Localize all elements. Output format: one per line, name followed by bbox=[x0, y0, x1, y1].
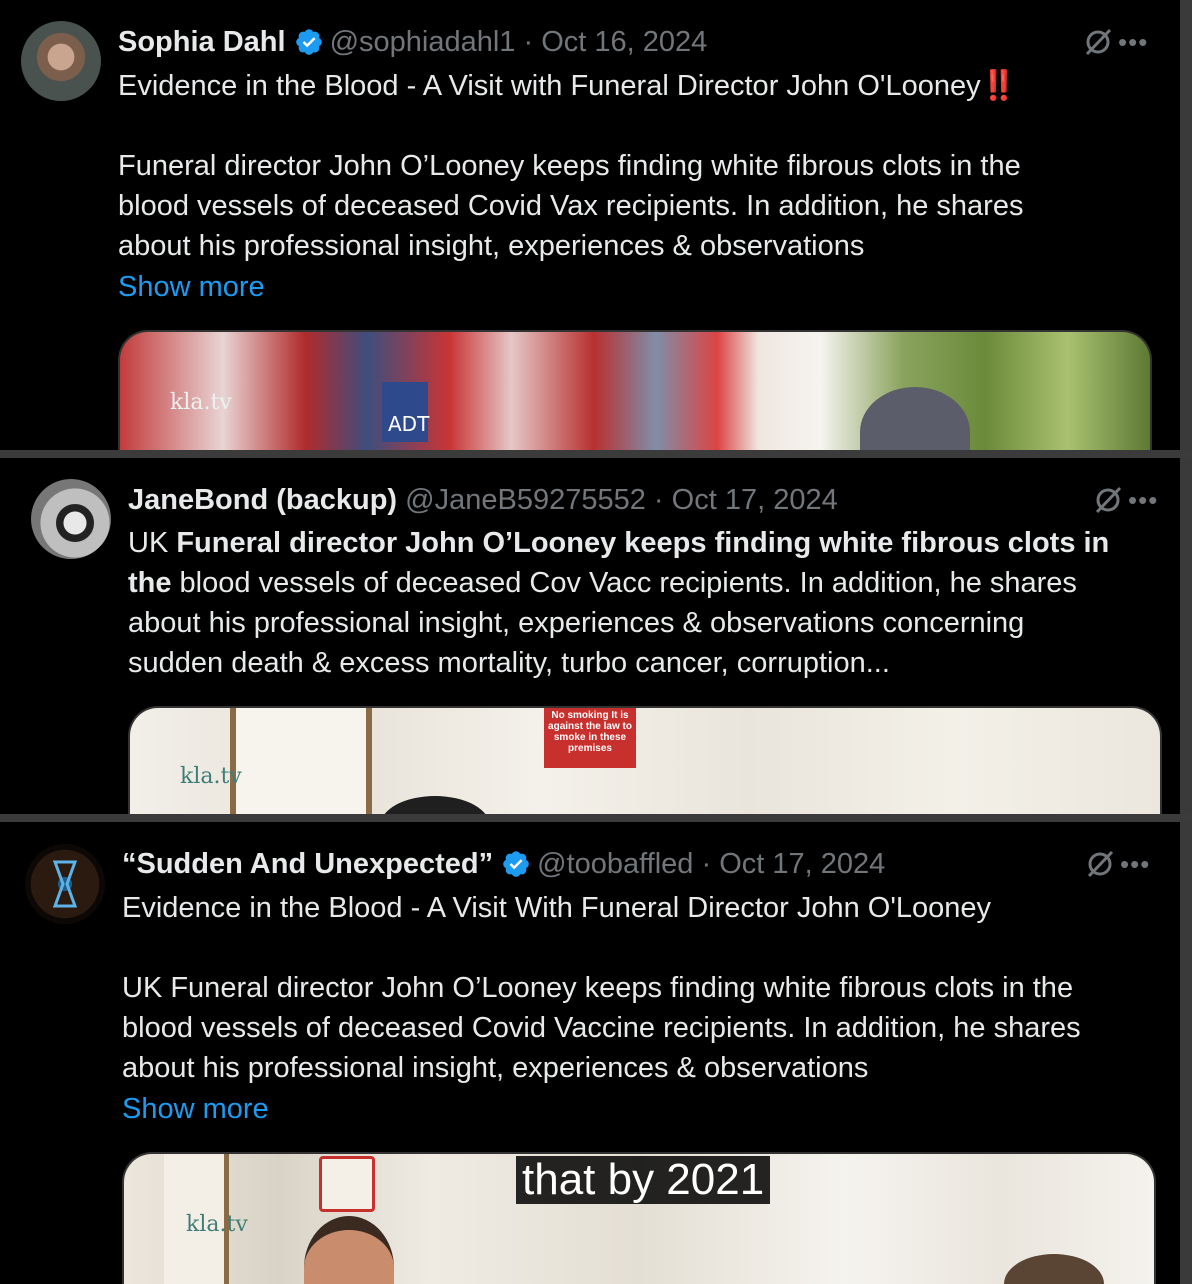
tweet-header: Sophia Dahl @sophiadahl1 · Oct 16, 2024 bbox=[118, 25, 707, 59]
person-head bbox=[380, 796, 490, 814]
separator bbox=[664, 484, 672, 516]
person-head bbox=[304, 1216, 394, 1284]
separator-dot: · bbox=[653, 484, 664, 516]
tweet-title: Evidence in the Blood - A Visit With Fun… bbox=[122, 892, 992, 924]
more-options-icon[interactable]: ••• bbox=[1120, 851, 1150, 877]
tweet-date[interactable]: Oct 16, 2024 bbox=[541, 26, 707, 58]
separator bbox=[646, 484, 654, 516]
more-options-icon[interactable]: ••• bbox=[1118, 29, 1148, 55]
tweet-header: “Sudden And Unexpected” @toobaffled · Oct… bbox=[122, 847, 885, 881]
grok-icon[interactable] bbox=[1084, 848, 1116, 880]
person-head bbox=[1004, 1254, 1104, 1284]
tweet-actions: ••• bbox=[1092, 483, 1158, 517]
author-handle[interactable]: @toobaffled bbox=[537, 848, 693, 880]
sign-text: ADT bbox=[388, 412, 430, 436]
avatar[interactable] bbox=[25, 844, 105, 924]
grok-icon[interactable] bbox=[1082, 26, 1114, 58]
tweet-date[interactable]: Oct 17, 2024 bbox=[719, 848, 885, 880]
author-name[interactable]: JaneBond (backup) bbox=[128, 484, 397, 516]
verified-badge-icon bbox=[503, 851, 529, 877]
separator bbox=[515, 26, 523, 58]
tweet-card-1[interactable]: Sophia Dahl @sophiadahl1 · Oct 16, 2024 •… bbox=[0, 0, 1192, 450]
video-thumbnail[interactable]: ADT kla.tv bbox=[118, 330, 1152, 450]
tweet-text: UK Funeral director John O’Looney keeps … bbox=[122, 972, 1081, 1084]
tweet-header: JaneBond (backup) @JaneB59275552 · Oct 1… bbox=[128, 483, 838, 517]
grok-icon[interactable] bbox=[1092, 484, 1124, 516]
divider bbox=[0, 450, 1192, 458]
tweet-actions: ••• bbox=[1082, 25, 1148, 59]
avatar[interactable] bbox=[21, 21, 101, 101]
tweet-text: Funeral director John O’Looney keeps fin… bbox=[118, 150, 1024, 262]
avatar[interactable] bbox=[31, 479, 111, 559]
tweet-card-3[interactable]: “Sudden And Unexpected” @toobaffled · Oct… bbox=[0, 822, 1192, 1284]
kla-tv-watermark: kla.tv bbox=[186, 1212, 248, 1237]
hourglass-icon bbox=[52, 860, 78, 908]
tweet-actions: ••• bbox=[1084, 847, 1150, 881]
notice-board bbox=[230, 708, 372, 814]
tweet-card-2[interactable]: JaneBond (backup) @JaneB59275552 · Oct 1… bbox=[0, 458, 1192, 814]
separator-dot: · bbox=[701, 848, 712, 880]
divider bbox=[0, 814, 1192, 822]
no-smoking-sign-icon bbox=[319, 1156, 375, 1212]
tweet-text: UK Funeral director John O’Looney keeps … bbox=[128, 527, 1110, 679]
tweet-date[interactable]: Oct 17, 2024 bbox=[672, 484, 838, 516]
show-more-link[interactable]: Show more bbox=[122, 1092, 269, 1126]
person-head bbox=[860, 387, 970, 450]
separator bbox=[397, 484, 405, 516]
author-name[interactable]: “Sudden And Unexpected” bbox=[122, 848, 493, 880]
video-caption: that by 2021 bbox=[516, 1156, 771, 1204]
kla-tv-watermark: kla.tv bbox=[170, 390, 232, 415]
show-more-link[interactable]: Show more bbox=[118, 270, 265, 304]
author-handle[interactable]: @JaneB59275552 bbox=[405, 484, 646, 516]
more-options-icon[interactable]: ••• bbox=[1128, 487, 1158, 513]
video-thumbnail[interactable]: No smoking It is against the law to smok… bbox=[128, 706, 1162, 814]
video-thumbnail[interactable]: that by 2021 kla.tv bbox=[122, 1152, 1156, 1284]
no-smoking-sign: No smoking It is against the law to smok… bbox=[544, 708, 636, 768]
author-handle[interactable]: @sophiadahl1 bbox=[330, 26, 516, 58]
separator-dot: · bbox=[523, 26, 534, 58]
kla-tv-watermark: kla.tv bbox=[180, 764, 242, 789]
double-exclamation-emoji: ‼️ bbox=[980, 70, 1017, 102]
verified-badge-icon bbox=[295, 29, 322, 55]
tweet-title: Evidence in the Blood - A Visit with Fun… bbox=[118, 70, 1017, 102]
separator bbox=[693, 848, 701, 880]
author-name[interactable]: Sophia Dahl bbox=[118, 26, 286, 58]
